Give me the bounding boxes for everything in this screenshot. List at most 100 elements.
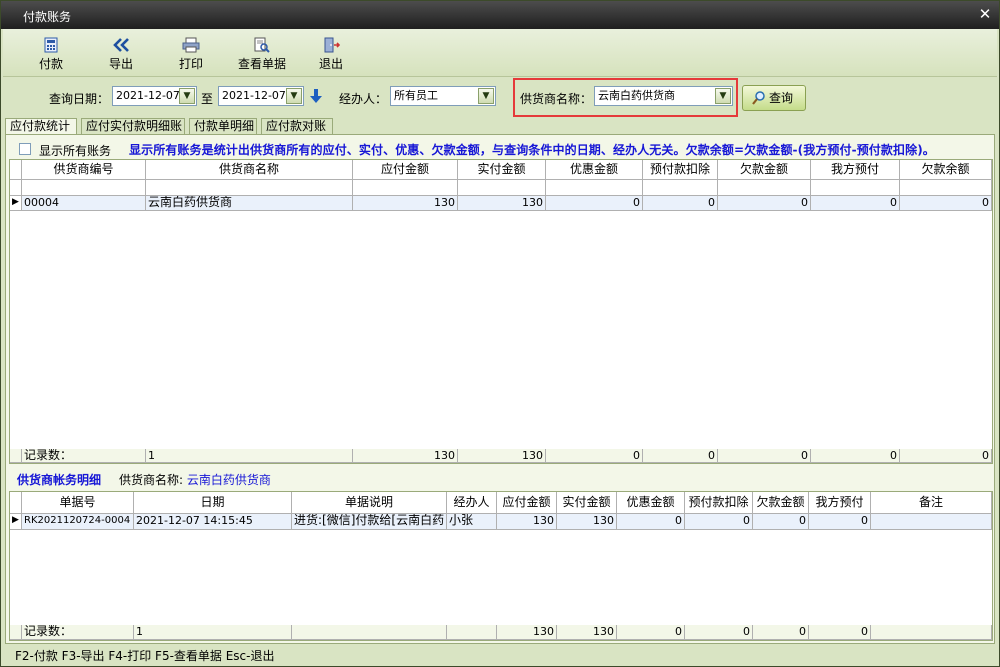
filter-cell[interactable] (718, 180, 811, 196)
footer-total: 0 (811, 449, 900, 463)
calculator-icon (44, 37, 58, 53)
col-our-prepay[interactable]: 我方预付 (811, 160, 900, 180)
table-cell[interactable]: 0 (753, 514, 809, 530)
date-label: 查询日期： (49, 92, 110, 106)
tab-payable-stats[interactable]: 应付款统计 (5, 118, 77, 135)
exit-label: 退出 (318, 57, 343, 71)
table-cell[interactable]: 2021-12-07 14:15:45 (134, 514, 292, 530)
col-prepay-deduct[interactable]: 预付款扣除 (685, 492, 753, 514)
double-left-arrow-icon (113, 38, 129, 52)
tab-payment-detail[interactable]: 付款单明细 (189, 118, 257, 135)
row-indicator-header (10, 492, 22, 514)
payment-accounts-window: 付款账务 ✕ 付款 导出 打印 查看单据 退出 查询日期： 2021-12-07… (0, 0, 1000, 667)
handler-value: 所有员工 (394, 89, 438, 102)
col-discount[interactable]: 优惠金额 (546, 160, 643, 180)
col-our-prepay[interactable]: 我方预付 (809, 492, 871, 514)
table-cell[interactable]: 0 (617, 514, 685, 530)
col-discount[interactable]: 优惠金额 (617, 492, 685, 514)
table-cell[interactable]: 0 (809, 514, 871, 530)
table-cell[interactable]: 0 (900, 196, 992, 211)
view-document-label: 查看单据 (237, 57, 286, 71)
table-cell[interactable]: 小张 (447, 514, 497, 530)
chevron-down-icon[interactable]: ▼ (478, 88, 494, 104)
date-from-picker[interactable]: 2021-12-07 ▼ (112, 86, 197, 106)
pay-button[interactable]: 付款 (21, 35, 81, 75)
table-cell[interactable]: 0 (811, 196, 900, 211)
table-cell[interactable]: 00004 (22, 196, 146, 211)
table-cell[interactable]: 0 (718, 196, 811, 211)
table-cell[interactable]: 0 (546, 196, 643, 211)
handler-select[interactable]: 所有员工 ▼ (390, 86, 496, 106)
col-date[interactable]: 日期 (134, 492, 292, 514)
col-supplier-code[interactable]: 供货商编号 (22, 160, 146, 180)
col-arrears[interactable]: 欠款金额 (718, 160, 811, 180)
show-all-checkbox[interactable] (19, 143, 31, 155)
col-doc-no[interactable]: 单据号 (22, 492, 134, 514)
footer-total: 130 (353, 449, 458, 463)
table-cell[interactable] (871, 514, 992, 530)
tab-payable-detail-ledger[interactable]: 应付实付款明细账 (81, 118, 185, 135)
table-cell[interactable]: 130 (497, 514, 557, 530)
col-doc-desc[interactable]: 单据说明 (292, 492, 447, 514)
col-remark[interactable]: 备注 (871, 492, 992, 514)
col-supplier-name[interactable]: 供货商名称 (146, 160, 353, 180)
record-count-value: 1 (146, 449, 353, 463)
col-payable[interactable]: 应付金额 (497, 492, 557, 514)
filter-cell[interactable] (458, 180, 546, 196)
filter-cell[interactable] (146, 180, 353, 196)
chevron-down-icon[interactable]: ▼ (286, 88, 302, 104)
tab-payable-reconcile[interactable]: 应付款对账 (261, 118, 333, 135)
footer-total: 0 (809, 625, 871, 640)
col-arrears[interactable]: 欠款金额 (753, 492, 809, 514)
detail-supplier-value: 云南白药供货商 (186, 473, 271, 487)
col-paid[interactable]: 实付金额 (458, 160, 546, 180)
date-to-picker[interactable]: 2021-12-07 ▼ (218, 86, 304, 106)
table-cell[interactable]: 0 (643, 196, 718, 211)
to-label: 至 (201, 92, 214, 106)
footer-total: 0 (753, 625, 809, 640)
row-pointer-icon: ▶ (10, 196, 22, 211)
filter-cell[interactable] (22, 180, 146, 196)
exit-button[interactable]: 退出 (301, 35, 361, 75)
col-payable[interactable]: 应付金额 (353, 160, 458, 180)
shortcut-status-bar: F2-付款 F3-导出 F4-打印 F5-查看单据 Esc-退出 (3, 646, 997, 666)
table-cell[interactable]: 130 (458, 196, 546, 211)
table-cell[interactable]: 130 (557, 514, 617, 530)
close-icon[interactable]: ✕ (977, 5, 993, 23)
table-cell[interactable]: 进货:[微信]付款给[云南白药 (292, 514, 447, 530)
window-title: 付款账务 (23, 10, 72, 24)
footer-total: 0 (643, 449, 718, 463)
filter-cell[interactable] (900, 180, 992, 196)
detail-supplier-label: 供货商名称: (119, 473, 184, 487)
table-cell[interactable]: 云南白药供货商 (146, 196, 353, 211)
filter-cell[interactable] (546, 180, 643, 196)
col-prepay-deduct[interactable]: 预付款扣除 (643, 160, 718, 180)
supplier-highlight-box (513, 78, 738, 117)
down-arrow-icon[interactable] (310, 88, 322, 107)
row-indicator-header (10, 160, 22, 180)
table-cell[interactable]: 0 (685, 514, 753, 530)
filter-cell[interactable] (353, 180, 458, 196)
table-cell[interactable]: 130 (353, 196, 458, 211)
row-pointer-icon: ▶ (10, 514, 22, 530)
col-arrears-balance[interactable]: 欠款余额 (900, 160, 992, 180)
export-button[interactable]: 导出 (91, 35, 151, 75)
footer-indicator (10, 625, 22, 640)
detail-supplier: 供货商名称: 云南白药供货商 (119, 471, 271, 488)
footer-cell (871, 625, 992, 640)
date-from-value: 2021-12-07 (116, 89, 180, 102)
detail-grid: 单据号 日期 单据说明 经办人 应付金额 实付金额 优惠金额 预付款扣除 欠款金… (9, 491, 993, 641)
footer-total: 130 (557, 625, 617, 640)
chevron-down-icon[interactable]: ▼ (179, 88, 195, 104)
footer-total: 0 (685, 625, 753, 640)
col-paid[interactable]: 实付金额 (557, 492, 617, 514)
filter-cell[interactable] (643, 180, 718, 196)
footer-total: 130 (497, 625, 557, 640)
col-handler[interactable]: 经办人 (447, 492, 497, 514)
filter-cell[interactable] (811, 180, 900, 196)
search-button[interactable]: 查询 (742, 85, 806, 111)
print-button[interactable]: 打印 (161, 35, 221, 75)
table-cell[interactable]: RK2021120724-0004 (22, 514, 134, 530)
export-label: 导出 (108, 57, 133, 71)
view-document-button[interactable]: 查看单据 (231, 35, 293, 75)
